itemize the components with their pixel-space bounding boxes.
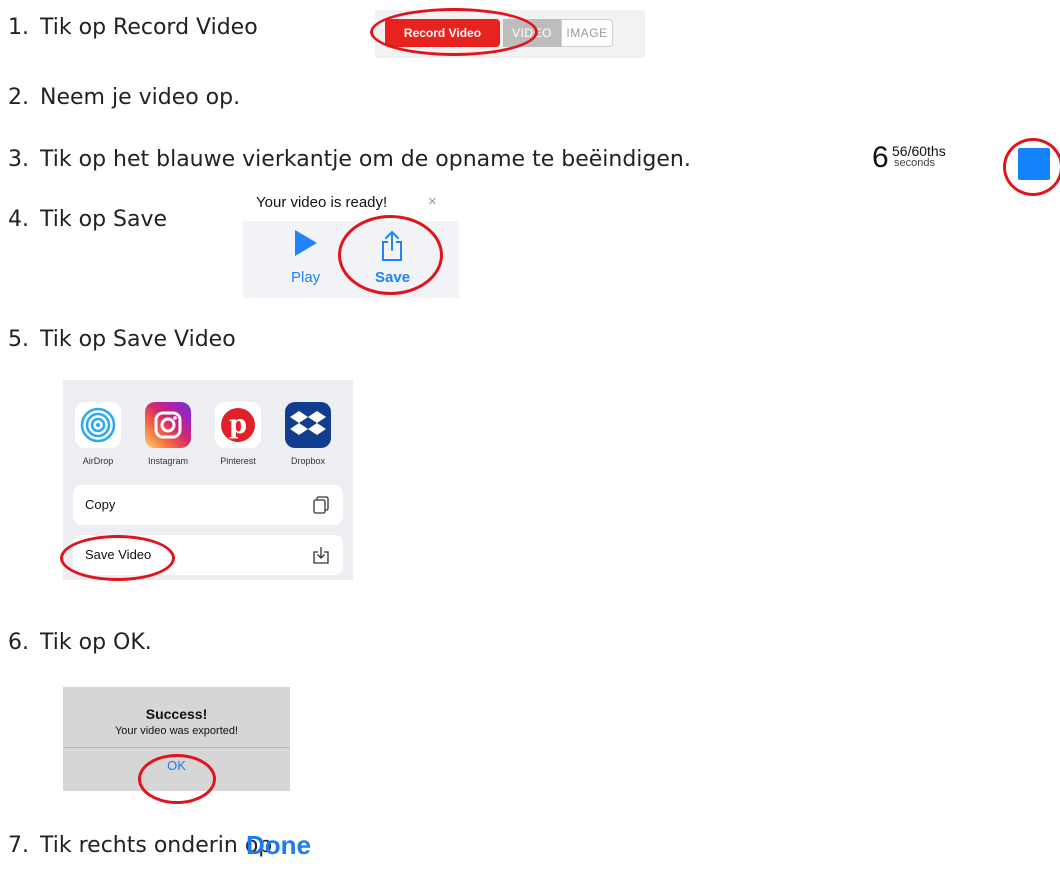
popup-title: Your video is ready! <box>256 194 388 211</box>
step-1: 1. Tik op Record Video <box>8 15 258 40</box>
step-6: 6. Tik op OK. <box>8 630 152 655</box>
step-text: Tik op het blauwe vierkantje om de opnam… <box>40 147 691 172</box>
app-label: Dropbox <box>290 456 326 466</box>
pinterest-icon[interactable]: p <box>215 402 261 448</box>
step-4: 4. Tik op Save <box>8 207 167 232</box>
save-video-label: Save Video <box>85 547 152 562</box>
step-7: 7. Tik rechts onderin op <box>8 833 272 858</box>
step-text: Tik rechts onderin op <box>40 833 273 858</box>
step-text: Tik op Save Video <box>40 327 236 352</box>
alert-title: Success! <box>145 706 208 722</box>
close-icon[interactable]: × <box>428 193 437 210</box>
step-number: 1. <box>8 15 29 40</box>
app-label: AirDrop <box>82 456 114 466</box>
airdrop-icon[interactable] <box>75 402 121 448</box>
step-number: 6. <box>8 630 29 655</box>
popup-actions <box>243 221 459 298</box>
step-number: 2. <box>8 85 29 110</box>
step-number: 7. <box>8 833 29 858</box>
done-button[interactable]: Done <box>246 830 311 861</box>
record-video-button[interactable]: Record Video <box>385 19 500 47</box>
save-video-row[interactable]: Save Video <box>73 535 343 575</box>
app-label: Instagram <box>147 456 189 466</box>
step-5: 5. Tik op Save Video <box>8 327 236 352</box>
save-button[interactable]: Save <box>375 269 410 286</box>
step-number: 5. <box>8 327 29 352</box>
video-ready-popup: Your video is ready! × Play Save <box>243 188 459 298</box>
step-2: 2. Neem je video op. <box>8 85 240 110</box>
step-number: 4. <box>8 207 29 232</box>
video-mode-tab[interactable]: VIDEO <box>503 19 561 47</box>
record-mode-toggle: Record Video VIDEO IMAGE <box>375 10 645 58</box>
recording-timer: 6 56/60ths seconds <box>872 141 946 174</box>
save-icon <box>313 547 329 564</box>
share-sheet: AirDrop Instagram p Pinterest Dropbox Co… <box>63 380 353 580</box>
ok-button[interactable]: OK <box>63 758 290 773</box>
image-mode-tab[interactable]: IMAGE <box>561 19 613 47</box>
step-text: Tik op Record Video <box>40 15 258 40</box>
copy-icon <box>313 496 329 514</box>
timer-seconds: 6 <box>872 141 889 174</box>
play-button[interactable]: Play <box>291 269 320 286</box>
step-3: 3. Tik op het blauwe vierkantje om de opn… <box>8 147 691 172</box>
dropbox-icon[interactable] <box>285 402 331 448</box>
step-text: Tik op OK. <box>40 630 152 655</box>
copy-row[interactable]: Copy <box>73 485 343 525</box>
copy-label: Copy <box>85 497 116 512</box>
share-icon[interactable] <box>380 230 404 262</box>
step-number: 3. <box>8 147 29 172</box>
step-text: Neem je video op. <box>40 85 241 110</box>
alert-message: Your video was exported! <box>114 725 239 737</box>
instagram-icon[interactable] <box>145 402 191 448</box>
app-label: Pinterest <box>220 456 256 466</box>
divider <box>63 747 290 748</box>
stop-recording-button[interactable] <box>1018 148 1050 180</box>
play-icon[interactable] <box>295 230 317 256</box>
step-text: Tik op Save <box>40 207 168 232</box>
timer-unit: seconds <box>894 157 935 169</box>
success-alert: Success! Your video was exported! OK <box>63 687 290 791</box>
